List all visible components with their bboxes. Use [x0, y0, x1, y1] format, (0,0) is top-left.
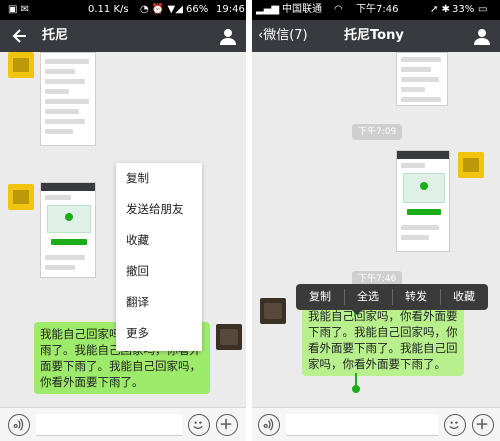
- add-icon[interactable]: [216, 414, 238, 436]
- menu-item-favorite[interactable]: 收藏: [116, 225, 202, 256]
- message-input[interactable]: [286, 414, 438, 436]
- battery-level: 66%: [186, 4, 209, 15]
- android-chat-screen: ▣ ✉ 0.11 K/s ◔ ⏰ ▼◢ 66% 19:46 托尼 我能自己回家吗…: [0, 0, 246, 441]
- location-bluetooth-icons: ➚ ✱: [430, 4, 450, 15]
- ios-chat-screen: ▂▄▆ 中国联通 ◠ 下午7:46 ➚ ✱ 33% ▭ ‹微信(7) 托尼Ton…: [252, 0, 500, 441]
- text-context-menu: 复制 全选 转发 收藏: [296, 284, 488, 315]
- message-input[interactable]: [36, 414, 182, 436]
- chat-header: ‹微信(7) 托尼Tony: [252, 20, 500, 52]
- image-message[interactable]: [396, 52, 448, 106]
- contact-avatar[interactable]: [260, 298, 286, 324]
- signal-icons: ◔ ⏰ ▼◢: [140, 4, 183, 15]
- back-button[interactable]: ‹微信(7): [258, 20, 308, 52]
- menu-item-recall[interactable]: 撤回: [116, 256, 202, 287]
- network-speed: 0.11 K/s: [88, 4, 129, 15]
- profile-icon[interactable]: [218, 26, 238, 46]
- battery-level: 33%: [452, 4, 475, 15]
- contact-avatar[interactable]: [8, 184, 34, 210]
- emoji-icon[interactable]: [444, 414, 466, 436]
- image-message[interactable]: [40, 182, 96, 278]
- context-copy[interactable]: 复制: [296, 284, 344, 310]
- menu-item-copy[interactable]: 复制: [116, 163, 202, 194]
- carrier-name: 中国联通: [282, 4, 322, 15]
- add-icon[interactable]: [472, 414, 494, 436]
- my-avatar[interactable]: [216, 324, 242, 350]
- contact-name: 托尼Tony: [344, 28, 404, 43]
- wifi-icon: ◠: [334, 4, 343, 15]
- notification-icons: ▣ ✉: [8, 4, 30, 15]
- menu-item-translate[interactable]: 翻译: [116, 287, 202, 318]
- image-message[interactable]: [396, 150, 450, 252]
- input-bar: [252, 407, 500, 441]
- emoji-icon[interactable]: [188, 414, 210, 436]
- clock: 下午7:46: [356, 4, 399, 15]
- message-list: 下午7:09 下午7:46 我能自己回家吗，你看外面要下雨了。我能自己回家吗，你…: [252, 52, 500, 407]
- voice-icon[interactable]: [8, 414, 30, 436]
- back-label: 微信(7): [263, 28, 308, 43]
- status-bar: ▂▄▆ 中国联通 ◠ 下午7:46 ➚ ✱ 33% ▭: [252, 0, 500, 20]
- message-list: 我能自己回家吗，你看外面要下雨了。我能自己回家吗，你看外面要下雨了。我能自己回家…: [0, 52, 246, 407]
- contact-name: 托尼: [42, 28, 69, 43]
- battery-icon: ▭: [478, 4, 488, 15]
- timestamp: 下午7:09: [352, 124, 403, 140]
- chat-header: 托尼: [0, 20, 246, 52]
- message-action-menu: 复制 发送给朋友 收藏 撤回 翻译 更多: [116, 163, 202, 351]
- image-message[interactable]: [40, 52, 96, 146]
- menu-item-more[interactable]: 更多: [116, 318, 202, 349]
- clock: 19:46: [216, 4, 245, 15]
- profile-icon[interactable]: [472, 26, 492, 46]
- contact-avatar[interactable]: [8, 52, 34, 78]
- voice-icon[interactable]: [258, 414, 280, 436]
- input-bar: [0, 407, 246, 441]
- back-arrow-icon[interactable]: [10, 26, 30, 46]
- received-message-bubble[interactable]: 我能自己回家吗，你看外面要下雨了。我能自己回家吗，你看外面要下雨了。我能自己回家…: [302, 304, 464, 376]
- context-forward[interactable]: 转发: [392, 284, 440, 310]
- context-select-all[interactable]: 全选: [344, 284, 392, 310]
- signal-icon: ▂▄▆: [256, 4, 280, 15]
- status-bar: ▣ ✉ 0.11 K/s ◔ ⏰ ▼◢ 66% 19:46: [0, 0, 246, 20]
- menu-item-send-to-friend[interactable]: 发送给朋友: [116, 194, 202, 225]
- context-favorite[interactable]: 收藏: [440, 284, 488, 310]
- my-avatar[interactable]: [458, 152, 484, 178]
